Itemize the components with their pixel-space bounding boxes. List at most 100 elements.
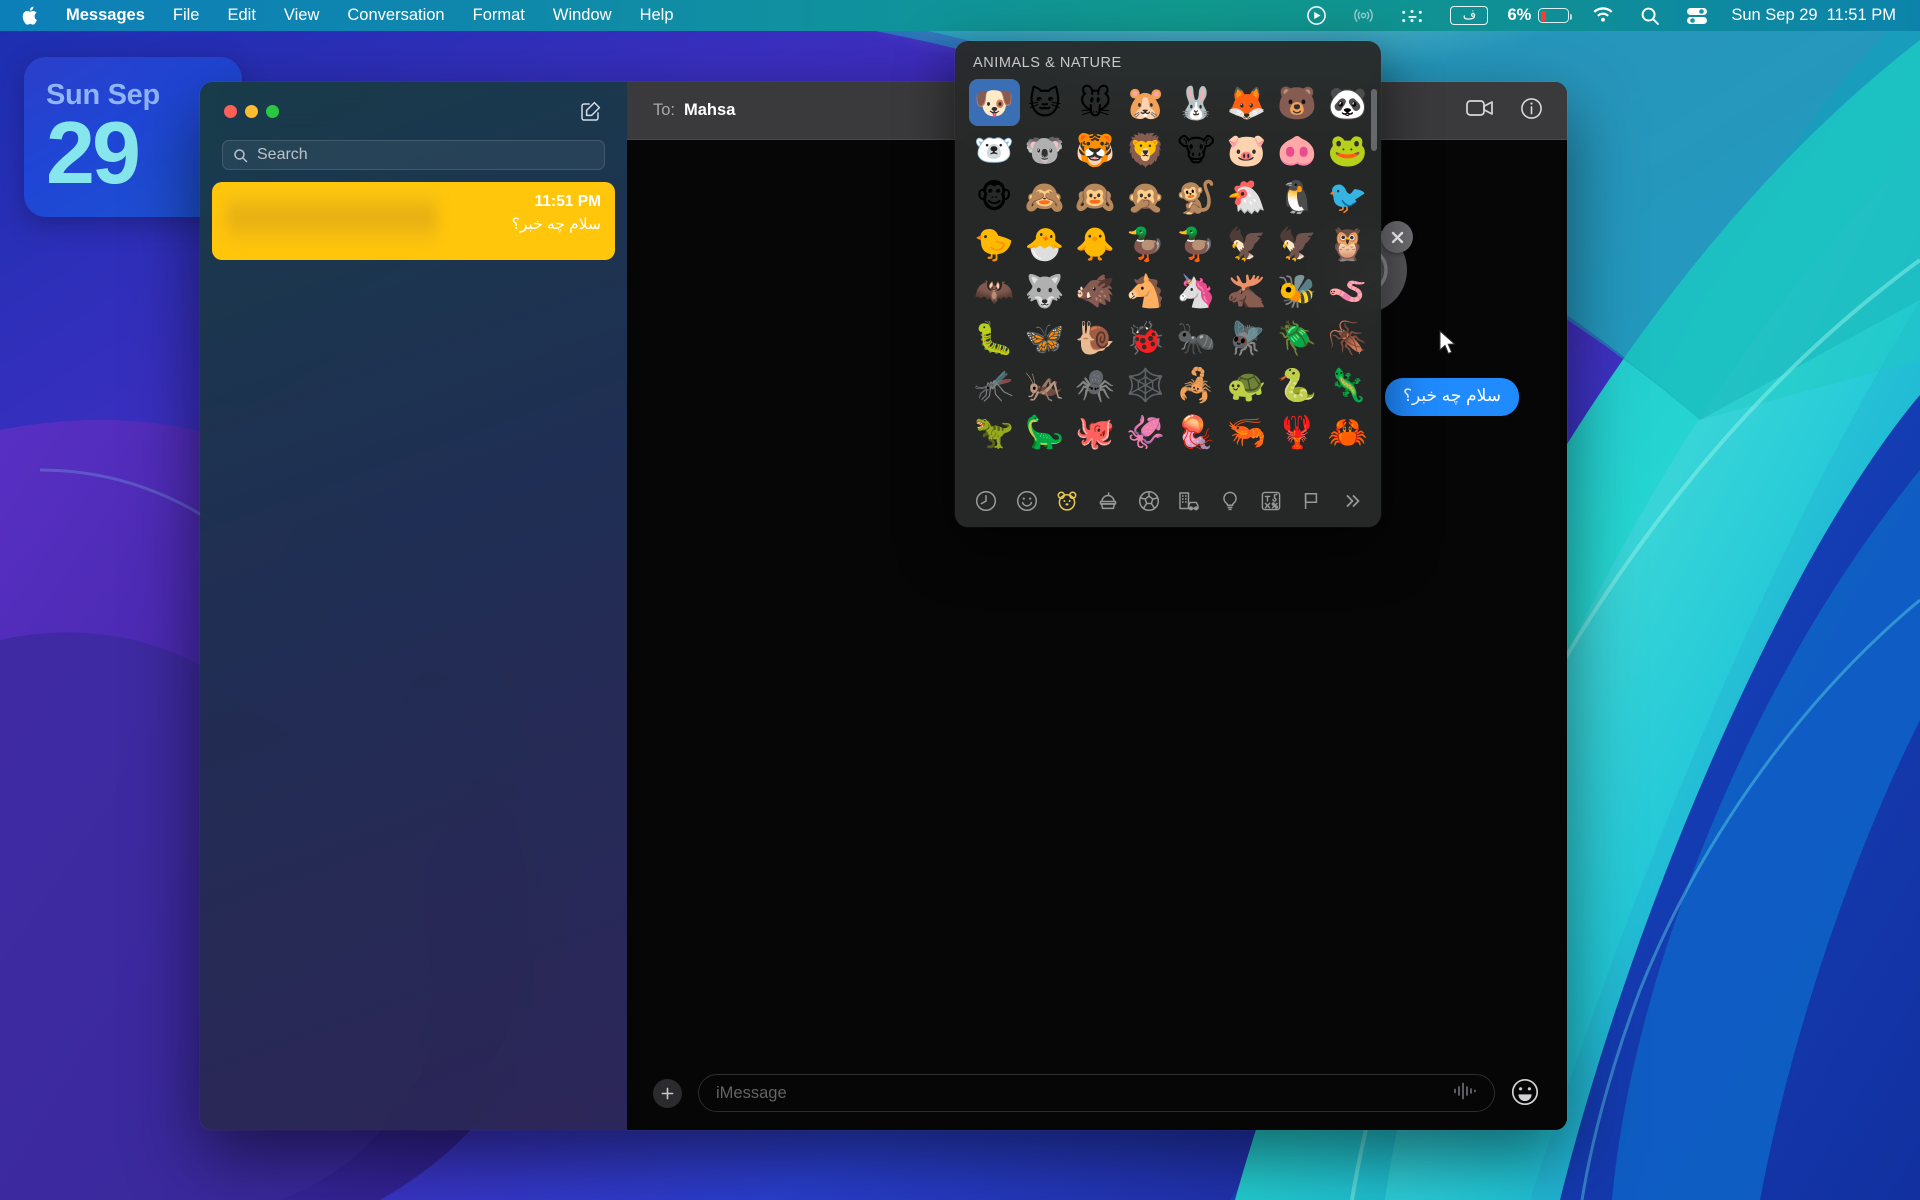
animals-nature-tab[interactable] (1054, 488, 1080, 514)
emoji-fox[interactable]: 🦊 (1222, 79, 1273, 126)
emoji-bat[interactable]: 🦇 (969, 267, 1020, 314)
recipient-name[interactable]: Mahsa (684, 101, 735, 120)
emoji-owl[interactable]: 🦉 (1323, 220, 1374, 267)
menu-item-edit[interactable]: Edit (213, 0, 269, 31)
emoji-squid[interactable]: 🦑 (1121, 408, 1172, 455)
activity-tab[interactable] (1136, 488, 1162, 514)
close-window-button[interactable] (224, 104, 237, 118)
emoji-baby-chick[interactable]: 🐤 (969, 220, 1020, 267)
battery-status[interactable]: 6% (1501, 0, 1579, 31)
emoji-cat-face[interactable]: 🐱 (1020, 79, 1071, 126)
emoji-eagle[interactable]: 🦅 (1272, 220, 1323, 267)
objects-tab[interactable] (1217, 488, 1243, 514)
emoji-cockroach[interactable]: 🪳 (1323, 314, 1374, 361)
conversation-list-item[interactable]: 11:51 PM سلام چه خبر؟ (212, 182, 615, 260)
menu-item-window[interactable]: Window (539, 0, 626, 31)
menu-item-conversation[interactable]: Conversation (333, 0, 458, 31)
info-icon[interactable] (1520, 97, 1543, 125)
emoji-hatching-chick[interactable]: 🐣 (1020, 220, 1071, 267)
emoji-polar-bear[interactable]: 🐻‍❄️ (969, 126, 1020, 173)
keyboard-input-icon[interactable]: ف (1437, 0, 1501, 31)
screen-recording-icon[interactable] (1293, 0, 1340, 31)
emoji-tiger-face[interactable]: 🐯 (1070, 126, 1121, 173)
emoji-scorpion[interactable]: 🦂 (1171, 361, 1222, 408)
travel-places-tab[interactable] (1176, 488, 1202, 514)
emoji-lady-beetle[interactable]: 🐞 (1121, 314, 1172, 361)
emoji-sauropod[interactable]: 🦕 (1020, 408, 1071, 455)
zoom-window-button[interactable] (266, 104, 279, 118)
symbols-tab[interactable] (1258, 488, 1284, 514)
emoji-butterfly[interactable]: 🦋 (1020, 314, 1071, 361)
emoji-lobster[interactable]: 🦞 (1272, 408, 1323, 455)
emoji-rabbit-face[interactable]: 🐰 (1171, 79, 1222, 126)
emoji-spider-web[interactable]: 🕸️ (1121, 361, 1172, 408)
emoji-honeybee[interactable]: 🐝 (1272, 267, 1323, 314)
emoji-goose[interactable]: 🦆 (1121, 220, 1172, 267)
emoji-monkey-face[interactable]: 🐵 (969, 173, 1020, 220)
menu-bar-clock[interactable]: Sun Sep 29 11:51 PM (1721, 6, 1902, 25)
emoji-beetle[interactable]: 🪲 (1272, 314, 1323, 361)
emoji-monkey[interactable]: 🐒 (1171, 173, 1222, 220)
imessage-text-input[interactable]: iMessage (698, 1074, 1495, 1112)
emoji-pig-face[interactable]: 🐷 (1222, 126, 1273, 173)
emoji-black-bird[interactable]: 🦅 (1222, 220, 1273, 267)
audio-waveform-icon[interactable] (1453, 1081, 1477, 1106)
emoji-see-no-evil-monkey[interactable]: 🙈 (1020, 173, 1071, 220)
emoji-snail[interactable]: 🐌 (1070, 314, 1121, 361)
emoji-crab[interactable]: 🦀 (1323, 408, 1374, 455)
food-drink-tab[interactable] (1095, 488, 1121, 514)
menu-item-format[interactable]: Format (459, 0, 539, 31)
emoji-ant[interactable]: 🐜 (1171, 314, 1222, 361)
menu-item-help[interactable]: Help (626, 0, 688, 31)
emoji-horse-face[interactable]: 🐴 (1121, 267, 1172, 314)
emoji-shrimp[interactable]: 🦐 (1222, 408, 1273, 455)
emoji-wolf[interactable]: 🐺 (1020, 267, 1071, 314)
emoji-unicorn[interactable]: 🦄 (1171, 267, 1222, 314)
emoji-fly[interactable]: 🪰 (1222, 314, 1273, 361)
spotlight-search-icon[interactable] (1627, 0, 1673, 31)
emoji-jellyfish[interactable]: 🪼 (1171, 408, 1222, 455)
emoji-cow-face[interactable]: 🐮 (1171, 126, 1222, 173)
menu-item-file[interactable]: File (159, 0, 214, 31)
minimize-window-button[interactable] (245, 104, 258, 118)
emoji-boar[interactable]: 🐗 (1070, 267, 1121, 314)
flags-tab[interactable] (1298, 488, 1324, 514)
smileys-people-tab[interactable] (1014, 488, 1040, 514)
emoji-mouse-face[interactable]: 🐭 (1070, 79, 1121, 126)
emoji-picker-button[interactable] (1511, 1078, 1541, 1108)
add-attachment-button[interactable] (653, 1078, 682, 1108)
emoji-lion[interactable]: 🦁 (1121, 126, 1172, 173)
emoji-lizard[interactable]: 🦎 (1323, 361, 1374, 408)
compose-new-message-icon[interactable] (577, 97, 605, 125)
close-tapback-button[interactable] (1381, 221, 1413, 253)
emoji-bear[interactable]: 🐻 (1272, 79, 1323, 126)
emoji-hamster[interactable]: 🐹 (1121, 79, 1172, 126)
facetime-video-icon[interactable] (1466, 98, 1494, 123)
emoji-bird[interactable]: 🐦 (1323, 173, 1374, 220)
search-input[interactable]: Search (222, 140, 605, 170)
emoji-moose[interactable]: 🫎 (1222, 267, 1273, 314)
apple-logo-icon[interactable] (16, 0, 52, 31)
emoji-mosquito[interactable]: 🦟 (969, 361, 1020, 408)
emoji-pig-nose[interactable]: 🐽 (1272, 126, 1323, 173)
emoji-grid-scrollbar[interactable] (1371, 89, 1377, 151)
emoji-turtle[interactable]: 🐢 (1222, 361, 1273, 408)
emoji-hear-no-evil-monkey[interactable]: 🙉 (1070, 173, 1121, 220)
emoji-caterpillar[interactable]: 🐛 (969, 314, 1020, 361)
emoji-penguin[interactable]: 🐧 (1272, 173, 1323, 220)
emoji-duck[interactable]: 🦆 (1171, 220, 1222, 267)
emoji-speak-no-evil-monkey[interactable]: 🙊 (1121, 173, 1172, 220)
braille-dots-icon[interactable] (1387, 0, 1437, 31)
recents-tab[interactable] (973, 488, 999, 514)
emoji-octopus[interactable]: 🐙 (1070, 408, 1121, 455)
airplay-icon[interactable] (1340, 0, 1387, 31)
menu-item-messages[interactable]: Messages (52, 0, 159, 31)
emoji-koala[interactable]: 🐨 (1020, 126, 1071, 173)
emoji-worm[interactable]: 🪱 (1323, 267, 1374, 314)
emoji-front-facing-baby-chick[interactable]: 🐥 (1070, 220, 1121, 267)
more-tab[interactable] (1339, 488, 1365, 514)
emoji-panda[interactable]: 🐼 (1323, 79, 1374, 126)
emoji-spider[interactable]: 🕷️ (1070, 361, 1121, 408)
emoji-chicken[interactable]: 🐔 (1222, 173, 1273, 220)
control-center-icon[interactable] (1673, 0, 1721, 31)
